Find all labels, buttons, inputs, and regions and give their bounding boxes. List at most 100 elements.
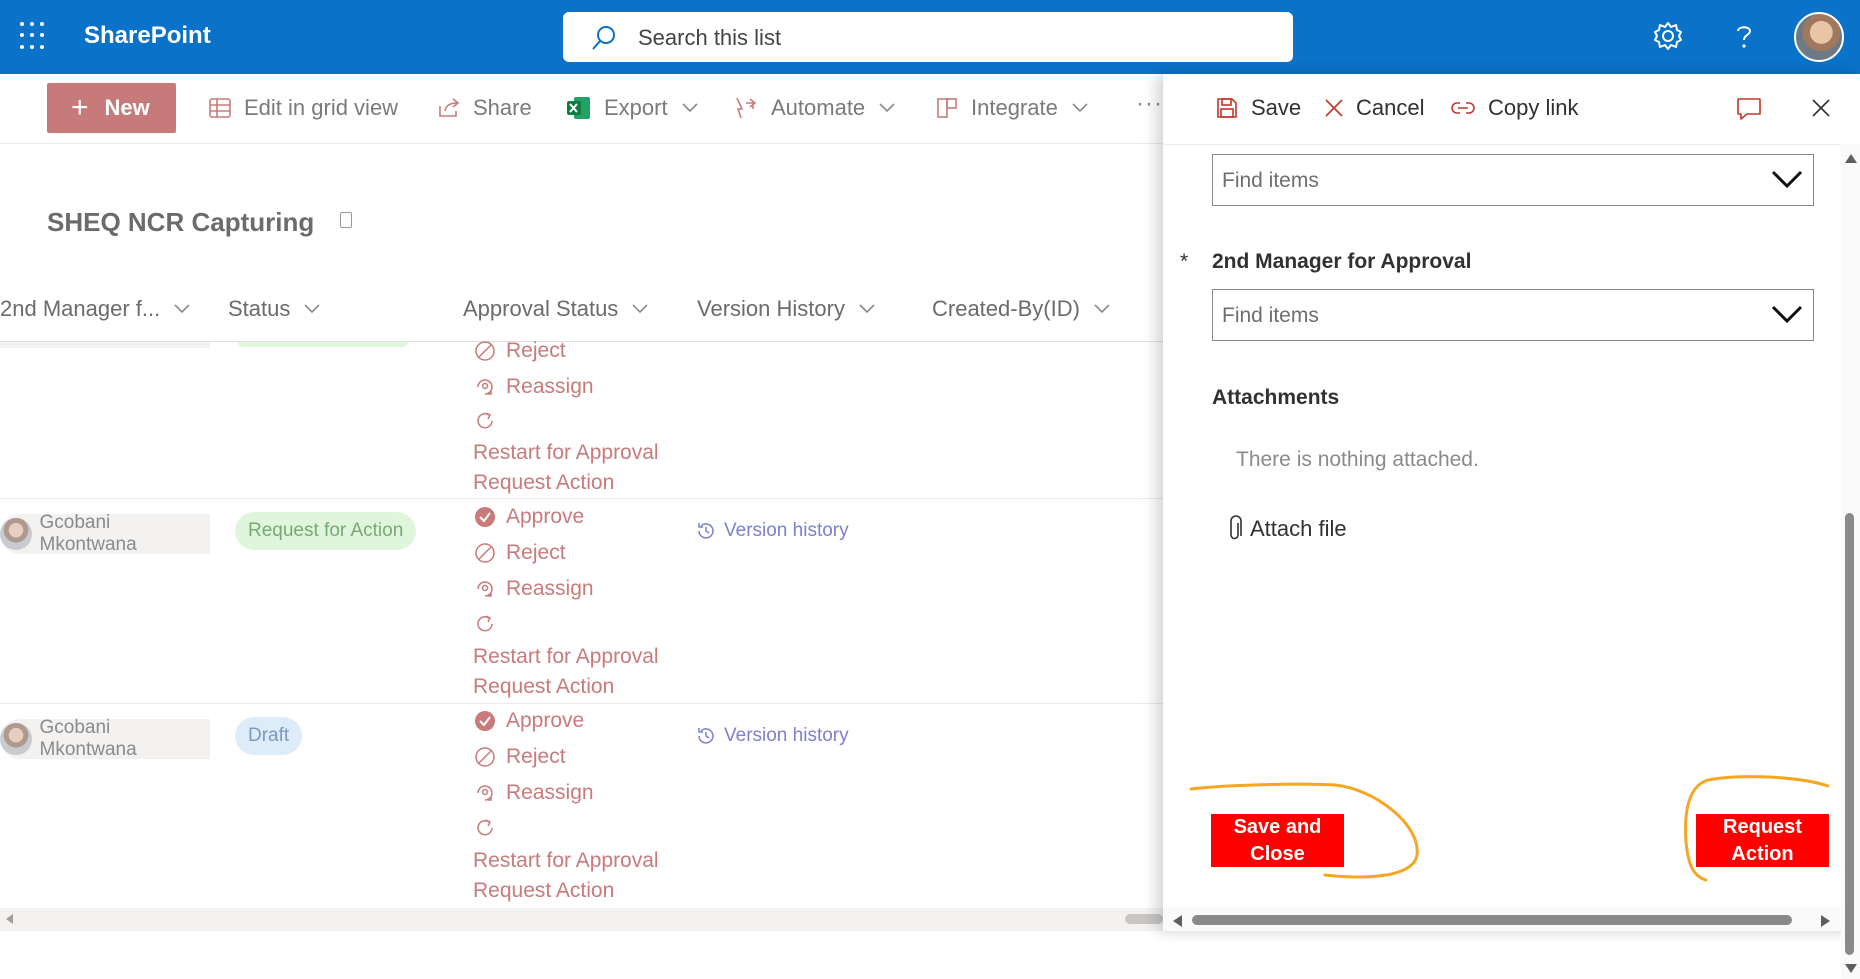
column-header-label: Approval Status (463, 296, 619, 321)
reassign-action[interactable]: Reassign (474, 577, 594, 601)
share-button[interactable]: Share (437, 95, 532, 121)
reject-action[interactable]: Reject (474, 339, 566, 363)
integrate-label: Integrate (971, 95, 1058, 120)
chevron-down-icon (1072, 103, 1088, 113)
restart-for-approval-action[interactable]: Restart for Approval (473, 849, 659, 873)
export-button[interactable]: Export (566, 95, 710, 121)
reject-icon (475, 747, 495, 767)
restart-for-approval-action[interactable]: Restart for Approval (473, 645, 659, 669)
app-launcher-icon[interactable] (20, 22, 48, 50)
cancel-button[interactable]: Cancel (1324, 95, 1424, 121)
panel-horizontal-scrollbar[interactable] (1163, 907, 1841, 931)
vertical-scrollbar[interactable] (1841, 144, 1860, 979)
person-name: Gcobani Mkontwana (39, 512, 137, 555)
approve-action[interactable]: Approve (474, 709, 584, 733)
restart-for-approval-action[interactable]: Restart for Approval (473, 441, 659, 465)
person-chip[interactable]: Gcobani Mkontwana (0, 717, 210, 760)
scroll-left-icon[interactable] (6, 914, 14, 924)
action-label: Reject (506, 745, 566, 768)
approve-icon (475, 507, 495, 527)
save-and-close-button[interactable]: Save and Close (1211, 814, 1344, 867)
dropdown-placeholder: Find items (1222, 304, 1319, 327)
save-label: Save (1251, 95, 1302, 120)
column-header-version-history[interactable]: Version History (697, 296, 875, 322)
version-history-link[interactable]: Version history (696, 725, 849, 747)
automate-icon (736, 97, 757, 119)
reassign-action[interactable]: Reassign (474, 375, 594, 399)
reject-icon (475, 341, 495, 361)
edit-grid-view-button[interactable]: Edit in grid view (208, 95, 398, 121)
reject-action[interactable]: Reject (474, 541, 566, 565)
column-header-created-by[interactable]: Created-By(ID) (932, 296, 1110, 322)
scrollbar-thumb[interactable] (1125, 914, 1163, 924)
action-label: Reject (506, 339, 566, 362)
scrollbar-thumb[interactable] (1845, 513, 1854, 955)
new-button[interactable]: + New (47, 83, 176, 133)
link-icon (1451, 102, 1475, 114)
info-icon[interactable] (340, 212, 352, 228)
restart-icon (477, 819, 493, 836)
status-badge-partial (238, 342, 408, 347)
restart-action[interactable] (474, 817, 506, 839)
close-panel-icon[interactable] (1811, 98, 1831, 118)
column-header-approval-status[interactable]: Approval Status (463, 296, 648, 322)
page-title: SHEQ NCR Capturing (47, 207, 315, 237)
restart-action[interactable] (474, 410, 506, 432)
search-box[interactable]: Search this list (563, 12, 1293, 62)
version-history-link[interactable]: Version history (696, 520, 849, 542)
restart-icon (477, 615, 493, 632)
required-marker: * (1180, 250, 1189, 273)
lookup-dropdown[interactable]: Find items (1212, 154, 1814, 206)
save-button[interactable]: Save (1215, 95, 1301, 121)
restart-icon (477, 412, 493, 429)
scroll-down-icon[interactable] (1845, 964, 1857, 973)
automate-button[interactable]: Automate (733, 95, 907, 121)
automate-label: Automate (771, 95, 866, 120)
excel-icon (567, 97, 590, 119)
request-action-button[interactable]: Request Action (1696, 814, 1829, 867)
chevron-down-icon (304, 304, 320, 314)
chevron-down-icon (682, 103, 698, 113)
scroll-up-icon[interactable] (1845, 154, 1857, 163)
edit-panel: Save Cancel Copy link Find items * 2nd M… (1163, 74, 1860, 979)
horizontal-scrollbar[interactable] (0, 908, 1163, 931)
column-header-label: Status (228, 296, 291, 321)
help-icon[interactable] (1728, 20, 1760, 52)
chevron-down-icon (1771, 305, 1803, 324)
chevron-down-icon (174, 304, 190, 314)
request-action-link[interactable]: Request Action (473, 471, 614, 495)
scroll-right-icon[interactable] (1821, 915, 1830, 927)
reassign-action[interactable]: Reassign (474, 781, 594, 805)
scrollbar-thumb[interactable] (1192, 915, 1792, 925)
comment-icon[interactable] (1736, 96, 1762, 122)
search-icon (592, 26, 615, 50)
attach-file-button[interactable]: Attach file (1226, 515, 1347, 543)
plus-icon: + (71, 91, 89, 124)
search-input[interactable]: Search this list (638, 25, 781, 51)
manager-field-label: 2nd Manager for Approval (1212, 250, 1472, 273)
reassign-icon (477, 581, 493, 597)
reject-action[interactable]: Reject (474, 745, 566, 769)
integrate-button[interactable]: Integrate (935, 95, 1100, 121)
copy-link-button[interactable]: Copy link (1450, 95, 1578, 121)
scroll-left-icon[interactable] (1173, 915, 1182, 927)
restart-action[interactable] (474, 613, 506, 635)
more-options-button[interactable]: ··· (1136, 90, 1163, 118)
column-header-status[interactable]: Status (228, 296, 320, 322)
avatar[interactable] (1794, 12, 1844, 62)
reassign-icon (477, 785, 493, 801)
request-action-link[interactable]: Request Action (473, 879, 614, 903)
column-header-manager[interactable]: 2nd Manager f... (0, 296, 190, 322)
settings-icon[interactable] (1652, 20, 1684, 52)
share-icon (439, 98, 460, 117)
manager-dropdown[interactable]: Find items (1212, 289, 1814, 341)
avatar (0, 723, 32, 755)
attach-file-label: Attach file (1250, 516, 1347, 541)
approve-action[interactable]: Approve (474, 505, 584, 529)
app-name[interactable]: SharePoint (84, 22, 211, 50)
person-chip[interactable]: Gcobani Mkontwana (0, 512, 210, 555)
request-action-link[interactable]: Request Action (473, 675, 614, 699)
history-icon (698, 728, 714, 744)
row-divider (0, 498, 1163, 499)
grid-icon (209, 98, 231, 118)
